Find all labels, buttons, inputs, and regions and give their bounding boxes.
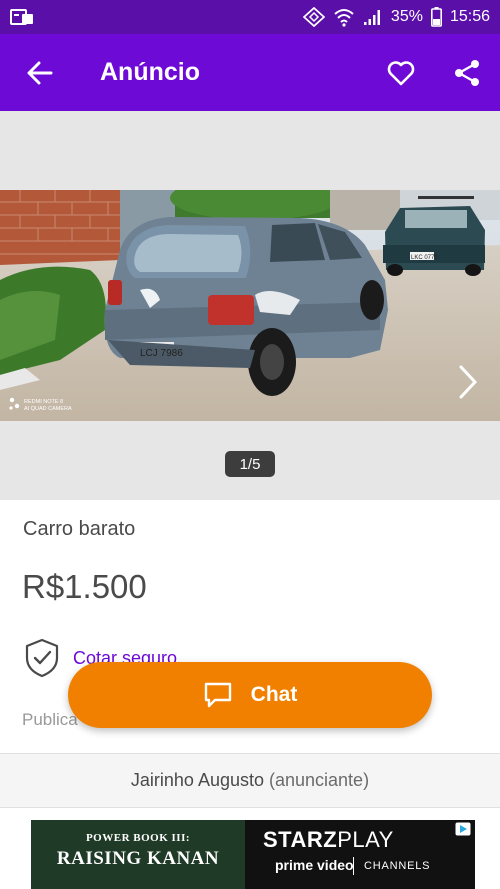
page-title: Anúncio <box>100 58 200 86</box>
wifi-icon <box>334 9 354 27</box>
chat-button-label: Chat <box>250 683 298 706</box>
chevron-right-icon[interactable] <box>458 365 478 399</box>
ad-show-title: RAISING KANAN <box>56 848 220 869</box>
ad-left-panel: POWER BOOK III: RAISING KANAN <box>31 820 245 889</box>
published-date: Publica <box>22 710 78 729</box>
app-bar-actions <box>368 34 500 111</box>
ad-play-text: PLAY <box>337 827 394 852</box>
share-button[interactable] <box>434 34 500 111</box>
back-arrow-icon <box>27 61 53 84</box>
signal-icon <box>363 10 380 25</box>
share-icon <box>455 59 479 86</box>
ad-channels-text: CHANNELS <box>364 860 431 872</box>
ad-right-panel: STARZPLAY prime video CHANNELS <box>245 820 475 889</box>
status-right: 35% 15:56 <box>302 7 490 27</box>
ad-separator <box>353 857 354 875</box>
ad-prime-video-logo: prime video <box>275 857 354 873</box>
back-button[interactable] <box>0 34 80 111</box>
ad-show-subtitle: POWER BOOK III: <box>85 832 191 844</box>
watermark-line-1: REDMI NOTE 8 <box>24 399 63 405</box>
app-bar: Anúncio <box>0 34 500 111</box>
photo-counter: 1/5 <box>225 451 275 477</box>
nfc-icon <box>302 7 325 27</box>
seller-name: Jairinho Augusto <box>130 770 264 790</box>
shield-check-icon <box>25 638 59 678</box>
seller-role: (anunciante) <box>269 770 370 790</box>
battery-percent: 35% <box>390 8 423 25</box>
photo-gallery[interactable]: LCJ 7986 LKC 0770 REDMI NOTE 8 AI QUAD C… <box>0 111 500 500</box>
watermark-line-2: AI QUAD CAMERA <box>24 406 72 412</box>
adchoices-icon[interactable] <box>455 822 471 836</box>
status-bar: 35% 15:56 <box>0 0 500 34</box>
status-left <box>10 8 34 26</box>
listing-price: R$1.500 <box>22 568 147 605</box>
chat-button[interactable]: Chat <box>68 662 432 728</box>
ad-starz-text: STARZ <box>263 827 338 852</box>
favorite-button[interactable] <box>368 34 434 111</box>
clock: 15:56 <box>449 8 490 25</box>
car-photo: LCJ 7986 LKC 0770 REDMI NOTE 8 AI QUAD C… <box>0 190 500 421</box>
rear-plate-text: LKC 0770 <box>411 255 438 261</box>
battery-icon <box>430 7 442 27</box>
listing-title: Carro barato <box>23 518 136 540</box>
heart-icon <box>387 60 415 85</box>
sim-card-icon <box>10 9 33 25</box>
ad-banner[interactable]: POWER BOOK III: RAISING KANAN STARZPLAY … <box>31 820 475 889</box>
front-plate-text: LCJ 7986 <box>140 348 183 359</box>
chat-bubble-icon <box>204 682 231 708</box>
ad-starzplay-logo: STARZPLAY <box>263 827 394 853</box>
listing-photo[interactable]: LCJ 7986 LKC 0770 REDMI NOTE 8 AI QUAD C… <box>0 190 500 421</box>
seller-bar[interactable]: Jairinho Augusto (anunciante) <box>0 753 500 808</box>
